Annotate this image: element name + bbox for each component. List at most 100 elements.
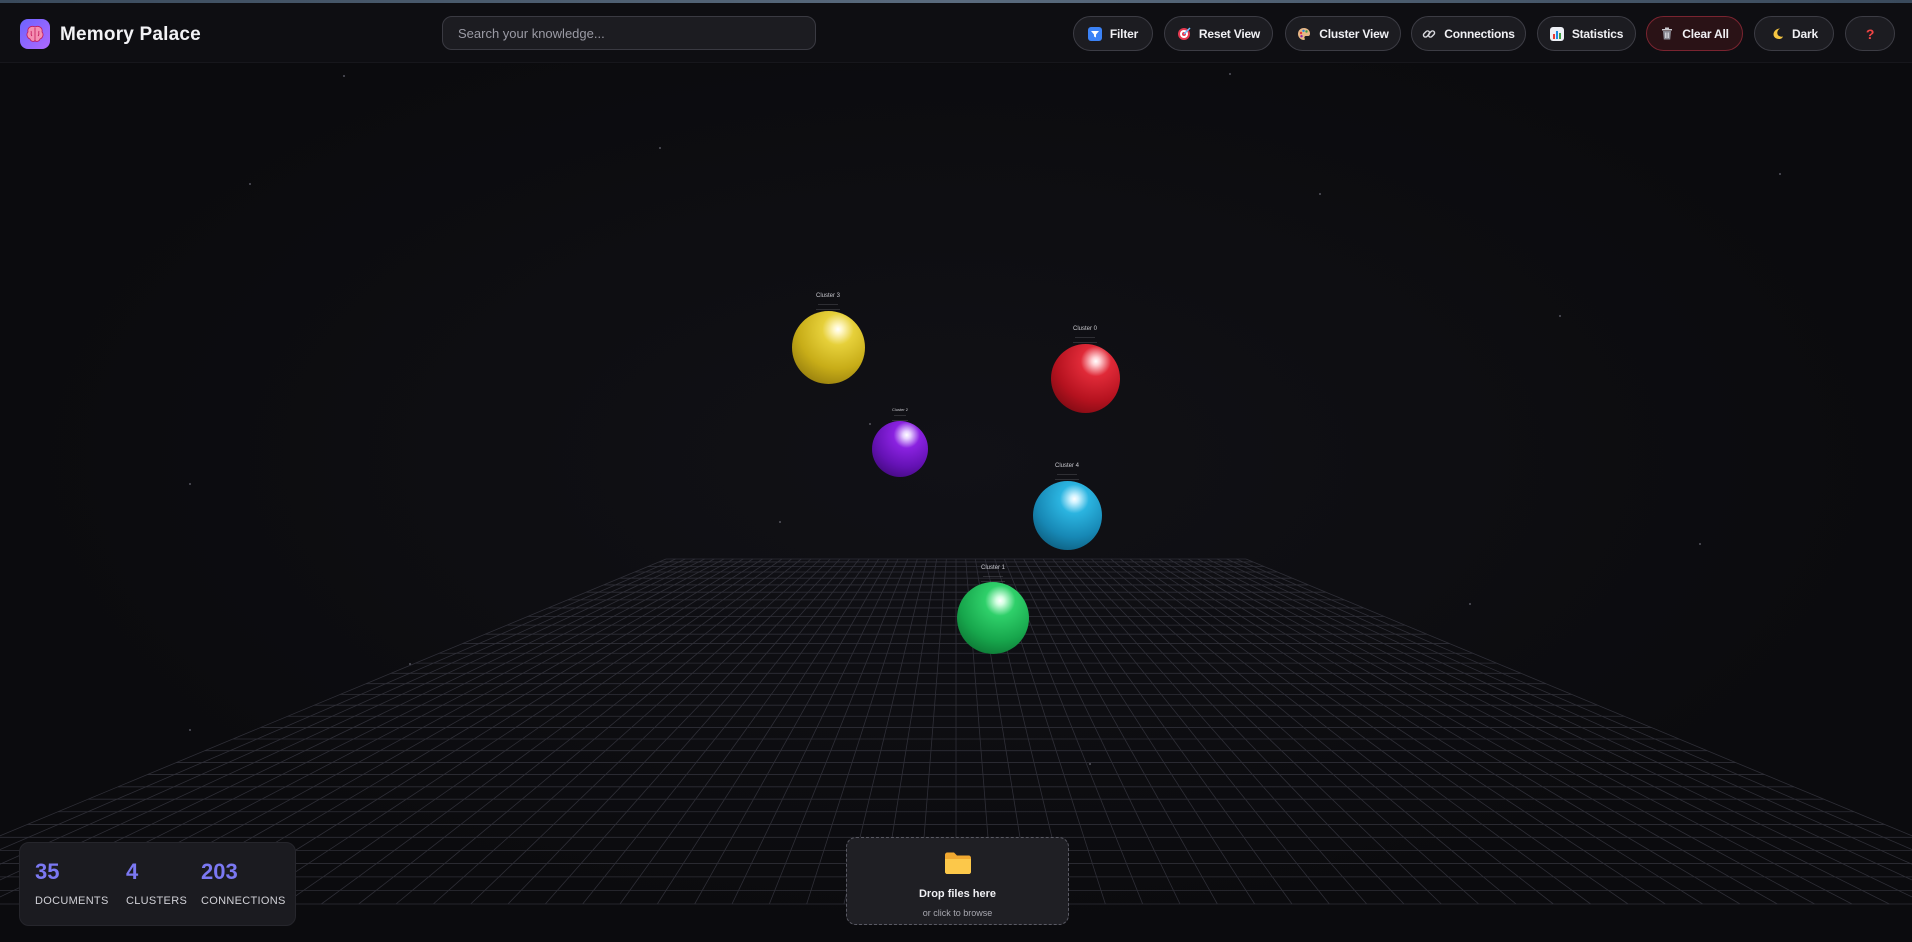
app-title: Memory Palace [60, 24, 201, 45]
grid-line [283, 558, 783, 905]
stat-documents-value: 35 [35, 859, 60, 884]
star-dot [189, 729, 191, 731]
star-dot [343, 75, 345, 77]
cluster-sublabel-line: ―――――― [1054, 475, 1079, 481]
cluster-sphere[interactable] [872, 421, 928, 477]
dropzone-hint: or click to browse [922, 908, 993, 918]
grid-line [1120, 558, 1591, 905]
target-icon [1177, 26, 1191, 41]
cluster-label: Cluster 3 ――――― ―――――― [816, 293, 840, 311]
star-dot [869, 423, 871, 425]
statistics-button[interactable]: Statistics [1537, 16, 1636, 51]
cluster-label: Cluster 0 ――――― ―――――― [1073, 326, 1097, 344]
grid-line [1139, 558, 1666, 905]
cluster-sublabel-line: ―――――― [1072, 338, 1097, 344]
grid-line [1207, 558, 1912, 898]
stat-clusters-value: 4 [126, 859, 139, 884]
dropzone-title: Drop files here [918, 888, 997, 900]
filter-button[interactable]: Filter [1073, 16, 1153, 51]
connections-button[interactable]: Connections [1411, 16, 1526, 51]
question-icon: ? [1865, 25, 1875, 42]
3d-scene-canvas[interactable]: Cluster 3 ――――― ―――――― Cluster 0 ――――― ―… [0, 64, 1912, 942]
moon-icon [1770, 27, 1784, 41]
search-input[interactable] [442, 16, 816, 50]
theme-toggle-button[interactable]: Dark [1754, 16, 1834, 51]
grid-line [1187, 558, 1853, 905]
grid-line [1158, 558, 1741, 905]
filter-button-label: Filter [1109, 26, 1139, 41]
grid-line [1168, 558, 1778, 905]
cluster-label: Cluster 4 ――――― ―――――― [1055, 463, 1079, 481]
grid-line [1110, 558, 1554, 905]
grid-line [358, 558, 802, 905]
grid-line [1052, 558, 1330, 905]
star-dot [189, 483, 191, 485]
cluster-sphere[interactable] [792, 311, 865, 384]
stat-documents-label: DOCUMENTS [35, 895, 109, 907]
grid-line [246, 558, 773, 905]
cluster-sublabel-line: ――――― [1074, 333, 1095, 339]
star-dot [659, 147, 661, 149]
stat-connections-value: 203 [201, 859, 238, 884]
star-dot [1779, 173, 1781, 175]
cluster-name: Cluster 0 [1072, 326, 1098, 332]
cluster-sphere[interactable] [1033, 481, 1102, 550]
clear-all-button[interactable]: Clear All [1646, 16, 1743, 51]
cluster-sublabel-line: ――――― [817, 300, 838, 306]
cluster-sublabel-line: ――――― [1056, 470, 1077, 476]
grid-line [470, 558, 831, 905]
link-icon [1422, 27, 1436, 41]
star-dot [1319, 193, 1321, 195]
connections-button-label: Connections [1444, 26, 1515, 41]
cluster-label: Cluster 2 ――― ―――― [892, 407, 908, 422]
star-dot [1089, 763, 1091, 765]
star-dot [1559, 315, 1561, 317]
clear-all-button-label: Clear All [1682, 26, 1729, 41]
cluster-label: Cluster 1 ――――― ―――――― [981, 565, 1005, 583]
grid-line [619, 558, 870, 905]
grid-line [1216, 558, 1912, 881]
help-button[interactable]: ? [1845, 16, 1895, 51]
grid-line [1129, 558, 1629, 905]
cluster-sphere[interactable] [1051, 344, 1120, 413]
grid-line [1081, 558, 1442, 905]
star-dot [409, 663, 411, 665]
stat-documents: 35 DOCUMENTS [35, 859, 109, 908]
grid-line [1149, 558, 1703, 905]
reset-view-button-label: Reset View [1198, 26, 1261, 41]
cluster-sublabel-line: ――――― [982, 572, 1003, 578]
grid-line [1226, 558, 1912, 865]
star-dot [779, 521, 781, 523]
stat-connections-label: CONNECTIONS [201, 895, 286, 907]
grid-line [395, 558, 812, 905]
reset-view-button[interactable]: Reset View [1164, 16, 1273, 51]
cluster-name: Cluster 4 [1054, 463, 1080, 469]
grid-line [1245, 558, 1912, 837]
floor-grid [0, 73, 1912, 905]
stat-clusters-label: CLUSTERS [126, 895, 188, 907]
brain-icon [20, 19, 50, 49]
grid-line [433, 558, 821, 905]
filter-icon [1087, 26, 1102, 41]
star-dot [1469, 603, 1471, 605]
grid-line [1100, 558, 1517, 905]
cluster-name: Cluster 1 [980, 565, 1006, 571]
grid-line [1062, 558, 1367, 905]
stats-panel: 35 DOCUMENTS 4 CLUSTERS 203 CONNECTIONS [19, 842, 296, 926]
star-dot [1699, 543, 1701, 545]
palette-icon [1297, 27, 1311, 41]
cluster-name: Cluster 3 [815, 293, 841, 299]
file-dropzone[interactable]: Drop files here or click to browse [846, 837, 1069, 925]
grid-line [545, 558, 850, 905]
grid-line [1091, 558, 1479, 905]
stat-clusters: 4 CLUSTERS [126, 859, 188, 908]
cluster-sublabel-line: ―――――― [815, 305, 840, 311]
cluster-view-button[interactable]: Cluster View [1285, 16, 1401, 51]
app-header: Memory Palace Filter Reset View Cluster … [0, 3, 1912, 63]
statistics-button-label: Statistics [1571, 26, 1624, 41]
folder-icon [945, 852, 971, 874]
bar-chart-icon [1549, 26, 1564, 41]
grid-line [1236, 558, 1912, 850]
cluster-sphere[interactable] [957, 582, 1029, 654]
grid-line [1071, 558, 1405, 905]
